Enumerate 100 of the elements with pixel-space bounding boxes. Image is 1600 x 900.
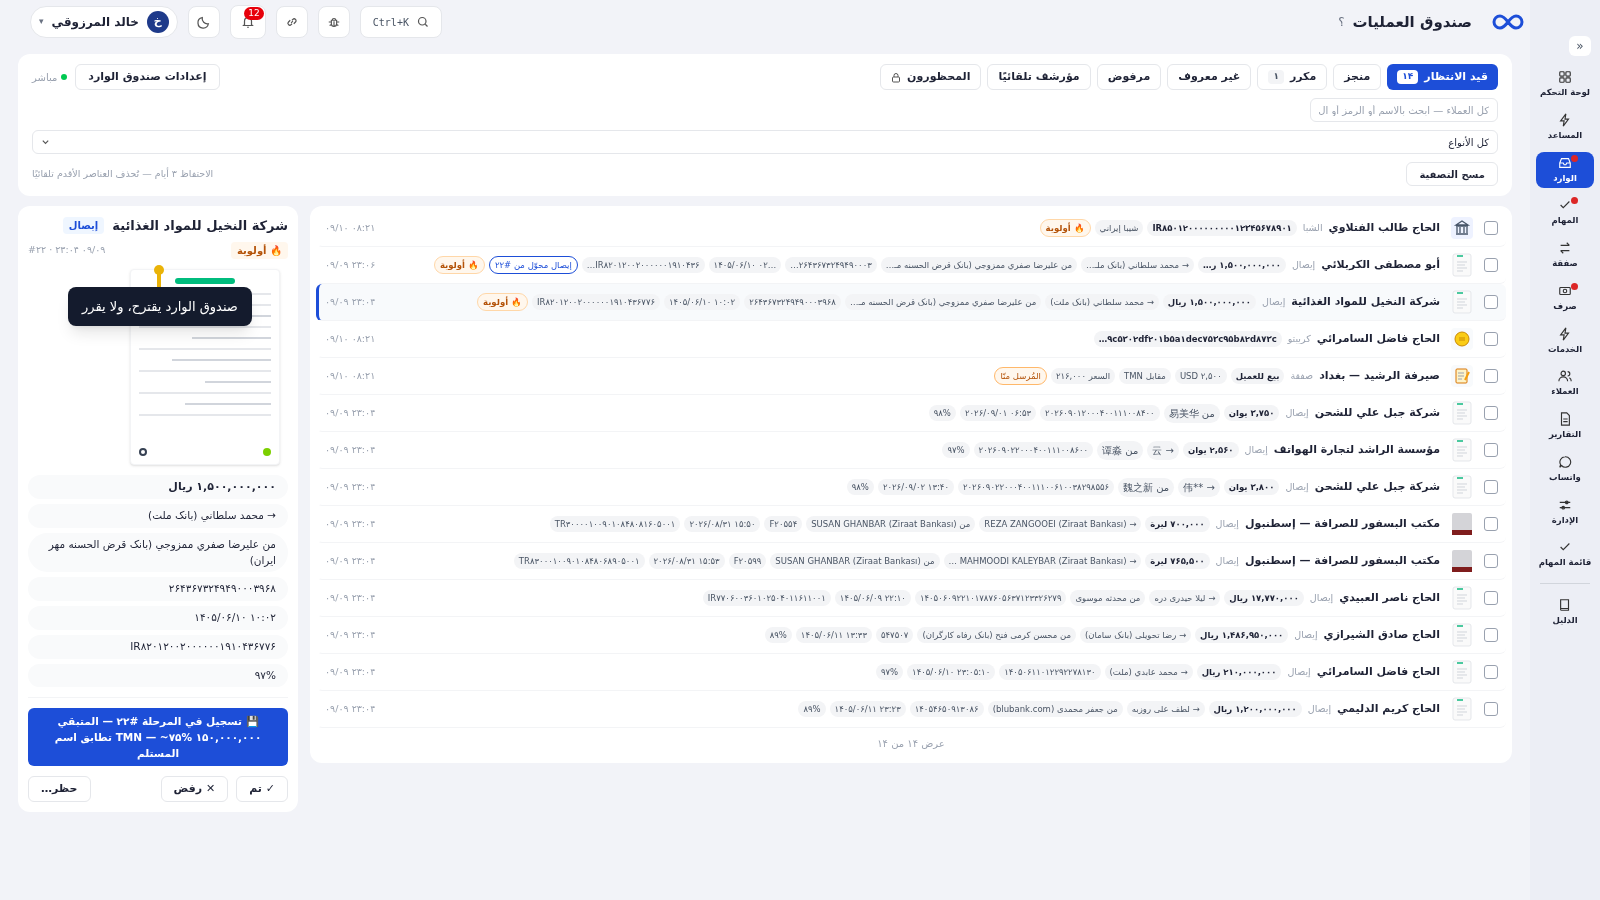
sidebar-item[interactable]: العملاء (1536, 365, 1594, 402)
field-chip: من جعفر محمدى (blubank.com) (987, 700, 1123, 718)
field-chip: من محسن کرمی فتح (بانک رفاه کارگران) (917, 626, 1077, 644)
block-button[interactable]: حظر… (28, 776, 91, 803)
row-checkbox[interactable] (1484, 554, 1498, 568)
field-chip: من محدثه موسوی (1070, 589, 1146, 607)
priority-badge: 🔥 أولوية (433, 255, 485, 275)
row-checkbox[interactable] (1484, 332, 1498, 346)
type-select[interactable]: كل الأنواع (32, 130, 1498, 154)
pin-marker-icon (154, 264, 164, 287)
live-status-label: مباشر (32, 70, 58, 85)
help-icon[interactable]: ؟ (1338, 13, 1345, 31)
field-chip: → **伟 (1178, 477, 1220, 497)
lightning-icon (1558, 112, 1572, 127)
inbox-row[interactable]: الحاج فاضل السامرائي كريبتو ۹c۵۳۰۲df۲۰۱b۵a۱dec۷۵۳c۹۵b۸۲d۸۷۳c… ۰۸:۲۱ ۰۹/۱۰ (316, 321, 1506, 358)
inbox-row[interactable]: صيرفة الرشيد — بغداد صفقة بيع للعميل USD ۲,۵۰۰ مقابل TMN السعر ۲۱۶,۰۰۰ المُرسل منّا ۰۸:۲۱ ۰۹/۱۰ (316, 358, 1506, 395)
row-checkbox[interactable] (1484, 517, 1498, 531)
done-button[interactable]: ✓ تم (236, 776, 288, 803)
row-checkbox[interactable] (1484, 295, 1498, 309)
field-chip: ۳,۷۵۰ يوان (1223, 404, 1280, 422)
theme-toggle-button[interactable] (187, 6, 220, 38)
row-checkbox[interactable] (1484, 665, 1498, 679)
sidebar-item[interactable]: المساعد (1536, 108, 1594, 146)
filter-tab[interactable]: منجز (1333, 64, 1382, 90)
inbox-row[interactable]: الحاج صادق الشيرازي إيصال ۱,۴۸۶,۹۵۰,۰۰۰ ريال → رضا تحویلی (بانک سامان) من محسن کرمی فتح (بانک رفاه کارگران) ۵۴۷۵۰۷ ۱۳:۳۳ ۱۴۰۵/۰۶/۱۱ ۸۹% ۲۳:۰۴ ۰۹/۰۹ (316, 617, 1506, 654)
sidebar-item[interactable]: صرف (1536, 279, 1594, 317)
sidebar-item[interactable]: المهام (1536, 194, 1594, 231)
sidebar-item[interactable]: واتساب (1536, 450, 1594, 488)
filter-tab[interactable]: مكرر ۱ (1257, 64, 1328, 90)
field-chip: ۲۶۴۳۶۷۳۲۴۹۴۹۰۰۰۳… (785, 256, 877, 274)
reject-button[interactable]: ✕ رفض (160, 776, 229, 803)
timestamp: ۲۳:۰۴ ۰۹/۰۹ (325, 405, 376, 420)
sidebar-item[interactable]: التقارير (1536, 408, 1594, 445)
inbox-row[interactable] (316, 284, 1506, 321)
sidebar-item[interactable]: لوحة التحكم (1536, 66, 1594, 103)
field-chip: من 魏之新 (1118, 477, 1175, 497)
filter-tab[interactable]: قيد الانتظار ۱۴ (1387, 64, 1498, 90)
user-menu[interactable]: خ خالد المرزوقي ▾ (30, 6, 178, 38)
item-type: كريبتو (1287, 331, 1311, 346)
row-checkbox[interactable] (1484, 443, 1498, 457)
row-checkbox[interactable] (1484, 258, 1498, 272)
row-checkbox[interactable] (1484, 369, 1498, 383)
field-chip: IR۸۲۰۱۲۰۰۲۰۰۰۰۰۰۱۹۱۰۴۳۶۷۷۶ (532, 293, 661, 311)
priority-badge: 🔥 أولوية (231, 241, 288, 259)
filter-tab[interactable]: مؤرشف تلقائيًا (987, 64, 1091, 90)
field-chip: ۲,۵۶۰ يوان (1182, 441, 1239, 459)
command-search-button[interactable]: Ctrl+K (359, 6, 442, 38)
debug-button[interactable] (317, 6, 350, 38)
row-checkbox[interactable] (1484, 480, 1498, 494)
filter-tab[interactable]: مرفوض (1096, 64, 1162, 90)
filter-tab[interactable]: غير معروف (1167, 64, 1252, 90)
client-name: مكتب البسفور للصرافة — إسطنبول (1244, 515, 1440, 532)
row-checkbox[interactable] (1484, 221, 1498, 235)
field-chip: ۲۰۲۶۰۹۰۲۲۰۰۰۴۰۰۱۱۱۰۰۸۶۰۰ (973, 441, 1094, 459)
sidebar-item[interactable]: الإدارة (1536, 493, 1594, 531)
arrows-icon (1558, 241, 1572, 255)
inbox-row[interactable]: الحاج طالب الفتلاوي الشبا IR۸۵۰۱۲۰۰۰۰۰۰۰۰۰۱۲۳۴۵۶۷۸۹۰۱ شيبا إيراني 🔥 أولوية ۰۸:۲۱ ۰۹/۱۰ (316, 210, 1506, 247)
timestamp: ۲۳:۰۶ ۰۹/۰۹ (325, 257, 376, 272)
link-button[interactable] (275, 6, 308, 38)
filter-tab[interactable]: المحظورون (880, 64, 982, 90)
field-chip: ۳,۸۰۰ يوان (1223, 478, 1280, 496)
receipt-thumbnail-icon (1450, 586, 1474, 610)
field-chip: …۰۲ ۱۴۰۵/۰۶/۱۰ (708, 256, 782, 274)
inbox-row[interactable]: الحاج ناصر العبيدي إيصال ۱۷,۷۷۰,۰۰۰ ريال → ليلا حيدری دره من محدثه موسوی ۱۴۰۵۰۶۰۹۲۲۱۰۱۷۸۷۶۰۵۶۳۷۱۲۳۳۲۶۲۷۹ ۲۲:۱۰ ۱۴۰۵/۰۶/۰۹ IR۷۷۰۶۰۰۳۶۰۱۰۲۵۰۴۰۱۱۶۱۱۰۰۱ ۲۳:۰۴ ۰۹/۰۹ (316, 580, 1506, 617)
detail-field: ۱,۵۰۰,۰۰۰,۰۰۰ ريال (28, 474, 288, 499)
item-type: إيصال (1309, 590, 1334, 606)
inbox-row[interactable]: شركة جبل علي للشحن إيصال ۳,۷۵۰ يوان من 易美华 ۲۰۲۶۰۹۰۱۲۰۰۰۴۰۰۱۱۱۰۰۸۴۰۰ ۰۶:۵۳ ۲۰۲۶/۰۹/۰۱ ۹۸% ۲۳:۰۴ ۰۹/۰۹ (316, 395, 1506, 432)
save-to-stage-button[interactable]: 💾 تسجيل في المرحلة #۲۲ — المتبقي ۱۵۰,۰۰۰,۰۰۰ TMN — ~۷۵% تطابق اسم المستلم (28, 708, 288, 767)
client-name: الحاج كريم الدليمي (1337, 700, 1440, 718)
row-checkbox[interactable] (1484, 591, 1498, 605)
user-avatar: خ (146, 11, 169, 33)
field-chip: ۱۳:۳۳ ۱۴۰۵/۰۶/۱۱ (795, 626, 872, 644)
inbox-row[interactable]: الحاج فاضل السامرائي إيصال ۲۱۰,۰۰۰,۰۰۰ ريال → محمد عابدي (ملت) ۱۴۰۵۰۶۱۱۰۱۲۲۹۲۲۷۸۱۳۰ ۲۳:۰۵:۱۰ ۱۴۰۵/۰۶/۱۰ ۹۷% ۲۳:۰۴ ۰۹/۰۹ (316, 654, 1506, 691)
field-chip: IR۸۵۰۱۲۰۰۰۰۰۰۰۰۰۱۲۳۴۵۶۷۸۹۰۱ (1147, 219, 1297, 237)
sidebar-item[interactable]: قائمة المهام (1536, 536, 1594, 573)
sidebar-item[interactable]: الدليل (1536, 594, 1594, 631)
row-checkbox[interactable] (1484, 702, 1498, 716)
row-checkbox[interactable] (1484, 406, 1498, 420)
inbox-row[interactable]: الحاج كريم الدليمي إيصال ۱,۲۰۰,۰۰۰,۰۰۰ ريال → لطف على روزبه من جعفر محمدى (blubank.com) ۱۴۰۵۴۶۵۰۹۱۳۰۸۶ ۲۳:۲۳ ۱۴۰۵/۰۶/۱۱ ۸۹% ۲۳:۰۴ ۰۹/۰۹ (316, 691, 1506, 728)
sidebar-item[interactable]: الوارد (1536, 151, 1594, 189)
timestamp: ۰۸:۲۱ ۰۹/۱۰ (325, 220, 376, 235)
field-chip: → 云 (1147, 440, 1179, 460)
notifications-button[interactable]: 12 (229, 5, 266, 39)
timestamp: ۲۳:۰۴ ۰۹/۰۹ (325, 701, 376, 716)
sidebar-item[interactable]: الخدمات (1536, 322, 1594, 360)
row-checkbox[interactable] (1484, 628, 1498, 642)
inbox-settings-button[interactable]: إعدادات صندوق الوارد (75, 64, 220, 90)
tooltip: صندوق الوارد يقترح، ولا يقرر (68, 286, 252, 326)
field-chip: ۸۹% (798, 700, 826, 718)
collapse-sidebar-button[interactable]: « (1569, 36, 1591, 56)
result-count: عرض ۱۴ من ۱۴ (877, 737, 945, 751)
field-chip: من 谭淼 (1097, 440, 1144, 460)
field-chip: TR۳۰۰۰۰۱۰۰۹۰۱۰۸۴۸۰۸۱۶۰۵۰۰۱ (549, 515, 681, 533)
field-chip: ۵۴۷۵۰۷ (875, 626, 914, 644)
field-chip: ۹۷% (942, 441, 970, 459)
clear-filters-button[interactable]: مسح التصفية (1406, 162, 1498, 186)
detail-field: IR۸۲۰۱۲۰۰۲۰۰۰۰۰۰۱۹۱۰۴۳۶۷۷۶ (28, 634, 288, 659)
sidebar-item[interactable]: صفقة (1536, 237, 1594, 274)
field-chip: مقابل TMN (1119, 367, 1171, 385)
field-chip: من SUSAN GHANBAR (Ziraat Bankası) (806, 515, 976, 533)
